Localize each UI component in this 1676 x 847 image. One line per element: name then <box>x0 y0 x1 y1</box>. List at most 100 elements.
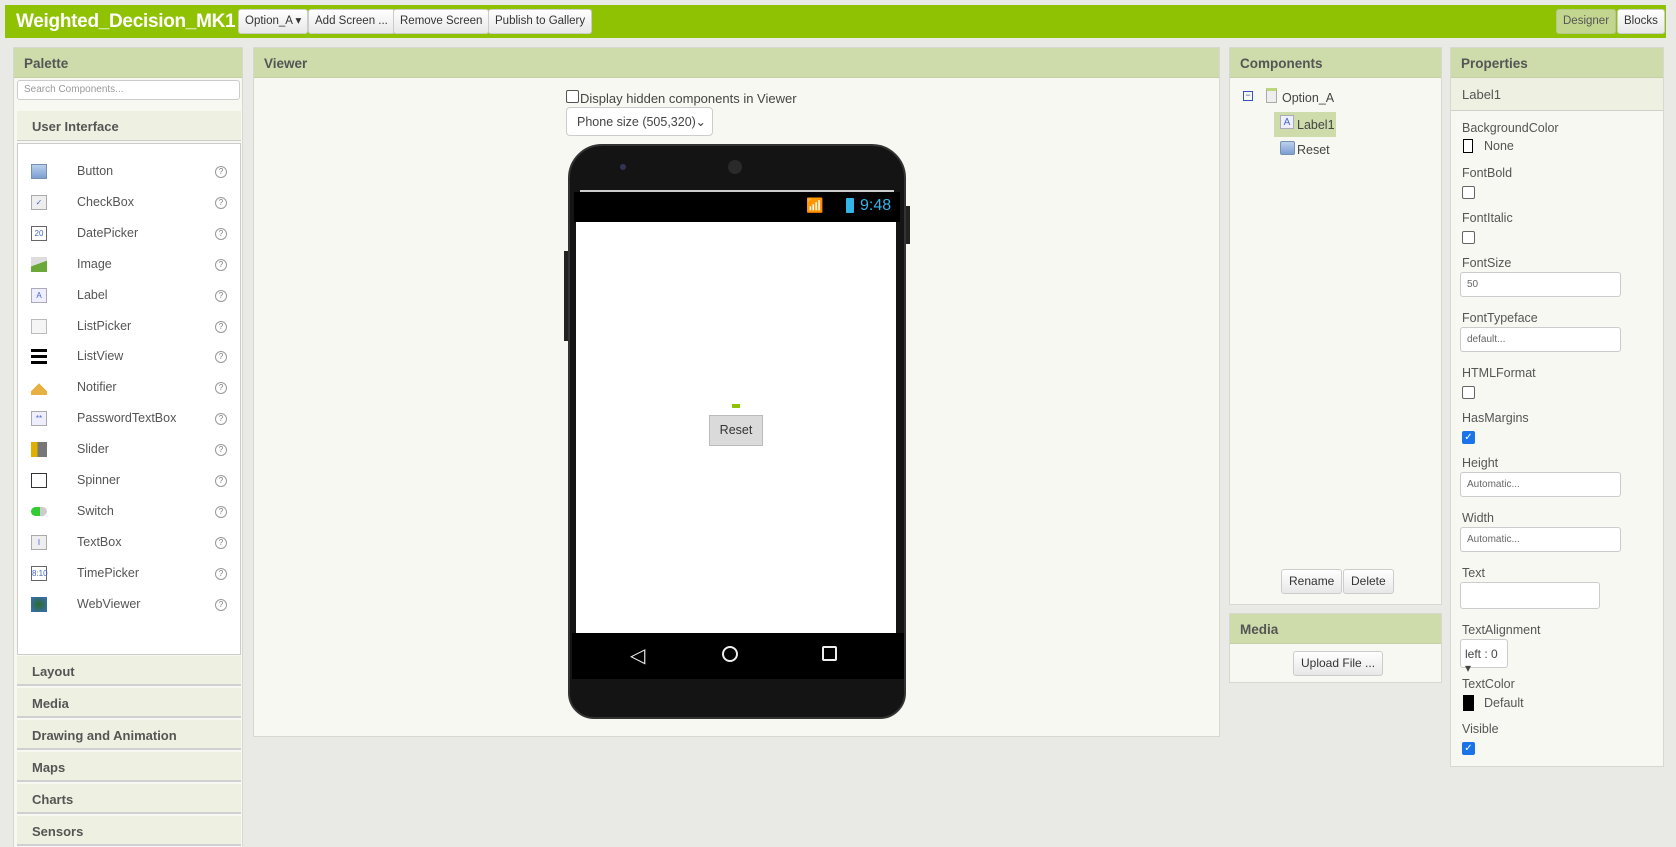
palette-item-label: DatePicker <box>77 225 139 240</box>
fontbold-checkbox[interactable] <box>1462 186 1475 199</box>
top-toolbar: Weighted_Decision_MK1 Option_A ▾ Add Scr… <box>5 5 1666 38</box>
label-icon: A <box>31 287 47 303</box>
tree-item-reset[interactable]: Reset <box>1297 143 1330 157</box>
viewer-title: Viewer <box>254 48 1219 78</box>
tree-item-label1[interactable]: A Label1 <box>1274 112 1336 137</box>
help-icon[interactable]: ? <box>215 505 227 518</box>
button-icon <box>1280 141 1295 155</box>
help-icon[interactable]: ? <box>215 351 227 364</box>
display-hidden-checkbox[interactable] <box>566 90 579 103</box>
palette-item-switch[interactable]: Switch? <box>18 498 240 526</box>
category-maps[interactable]: Maps <box>17 752 241 782</box>
palette-item-datepicker[interactable]: 20 DatePicker? <box>18 220 240 248</box>
palette-title: Palette <box>14 48 242 78</box>
phone-screen[interactable]: Reset <box>576 222 896 633</box>
category-layout[interactable]: Layout <box>17 656 241 686</box>
delete-button[interactable]: Delete <box>1343 569 1394 594</box>
tree-item-option-a[interactable]: Option_A <box>1282 91 1334 105</box>
help-icon[interactable]: ? <box>215 413 227 426</box>
palette-item-button[interactable]: Button? <box>18 158 240 186</box>
height-input[interactable]: Automatic... <box>1460 472 1621 497</box>
palette-item-label: Switch <box>77 503 114 518</box>
help-icon[interactable]: ? <box>215 227 227 240</box>
palette-item-passwordtextbox[interactable]: ** PasswordTextBox? <box>18 405 240 433</box>
remove-screen-button[interactable]: Remove Screen <box>393 9 490 34</box>
palette-item-timepicker[interactable]: 8:10 TimePicker? <box>18 560 240 588</box>
recents-icon <box>822 646 837 661</box>
media-panel: Media Upload File ... <box>1229 613 1442 683</box>
screen-icon <box>1266 88 1277 103</box>
slider-icon <box>31 442 47 458</box>
palette-item-slider[interactable]: Slider? <box>18 436 240 464</box>
prop-fontbold-label: FontBold <box>1462 166 1513 180</box>
palette-item-listview[interactable]: ListView? <box>18 343 240 371</box>
category-sensors[interactable]: Sensors <box>17 816 241 846</box>
media-title: Media <box>1230 614 1441 644</box>
textalignment-select[interactable]: left : 0 ▾ <box>1460 639 1508 675</box>
add-screen-button[interactable]: Add Screen ... <box>308 9 395 34</box>
visible-checkbox[interactable]: ✓ <box>1462 742 1475 755</box>
help-icon[interactable]: ? <box>215 567 227 580</box>
category-drawing-and-animation[interactable]: Drawing and Animation <box>17 720 241 750</box>
rename-button[interactable]: Rename <box>1281 569 1343 594</box>
prop-fonttypeface-label: FontTypeface <box>1462 311 1538 325</box>
search-components-input[interactable]: Search Components... <box>17 80 240 100</box>
screen-selector[interactable]: Option_A ▾ <box>238 9 309 34</box>
fontsize-input[interactable]: 50 <box>1460 272 1621 297</box>
help-icon[interactable]: ? <box>215 320 227 333</box>
battery-icon <box>846 198 854 213</box>
hasmargins-checkbox[interactable]: ✓ <box>1462 431 1475 444</box>
category-charts[interactable]: Charts <box>17 784 241 814</box>
category-media[interactable]: Media <box>17 688 241 718</box>
webviewer-icon <box>31 596 47 612</box>
publish-gallery-button[interactable]: Publish to Gallery <box>488 9 593 34</box>
blocks-button[interactable]: Blocks <box>1617 9 1665 34</box>
timepicker-icon: 8:10 <box>31 565 48 581</box>
fonttypeface-input[interactable]: default... <box>1460 327 1621 352</box>
listview-icon <box>31 349 47 365</box>
palette-item-listpicker[interactable]: ListPicker? <box>18 313 240 341</box>
palette-item-textbox[interactable]: I TextBox? <box>18 529 240 557</box>
phone-size-select[interactable]: Phone size (505,320) ⌄ <box>566 107 713 136</box>
textcolor-value[interactable]: Default <box>1484 696 1524 710</box>
backgroundcolor-value[interactable]: None <box>1484 139 1514 153</box>
tree-item-label: Label1 <box>1297 118 1335 132</box>
help-icon[interactable]: ? <box>215 536 227 549</box>
palette-item-label: Spinner <box>77 473 121 487</box>
help-icon[interactable]: ? <box>215 258 227 271</box>
palette-item-checkbox[interactable]: ✓ CheckBox? <box>18 189 240 217</box>
textcolor-swatch[interactable] <box>1463 695 1474 711</box>
palette-item-label: Notifier <box>77 380 117 395</box>
backgroundcolor-swatch[interactable] <box>1463 139 1473 153</box>
palette-item-webviewer[interactable]: WebViewer? <box>18 591 240 619</box>
htmlformat-checkbox[interactable] <box>1462 386 1475 399</box>
help-icon[interactable]: ? <box>215 382 227 395</box>
switch-icon <box>31 506 47 516</box>
palette-item-label[interactable]: A Label? <box>18 282 240 310</box>
help-icon[interactable]: ? <box>215 289 227 302</box>
palette-item-label: ListView <box>77 349 124 364</box>
label1-component[interactable] <box>732 404 740 408</box>
speaker-icon <box>728 160 742 174</box>
collapse-icon[interactable]: − <box>1243 91 1253 101</box>
palette-item-image[interactable]: Image? <box>18 251 240 279</box>
chevron-down-icon: ⌄ <box>695 115 706 129</box>
palette-item-label: ListPicker <box>77 318 132 333</box>
reset-button-preview[interactable]: Reset <box>709 415 763 446</box>
help-icon[interactable]: ? <box>215 475 227 487</box>
category-user-interface[interactable]: User Interface <box>17 111 241 141</box>
fontitalic-checkbox[interactable] <box>1462 231 1475 244</box>
width-input[interactable]: Automatic... <box>1460 527 1621 552</box>
status-bar: 📶 9:48 <box>574 192 900 222</box>
help-icon[interactable]: ? <box>215 444 227 457</box>
palette-item-spinner[interactable]: Spinner? <box>18 467 240 495</box>
palette-item-notifier[interactable]: Notifier? <box>18 374 240 402</box>
upload-file-button[interactable]: Upload File ... <box>1293 651 1384 676</box>
help-icon[interactable]: ? <box>215 598 227 611</box>
help-icon[interactable]: ? <box>215 196 227 209</box>
palette-list: Button? ✓ CheckBox? 20 DatePicker? Image? A Lab… <box>17 143 241 655</box>
palette-item-label: Label <box>77 287 108 302</box>
help-icon[interactable]: ? <box>215 166 227 178</box>
text-textarea[interactable] <box>1460 582 1600 609</box>
designer-button[interactable]: Designer <box>1556 9 1617 34</box>
